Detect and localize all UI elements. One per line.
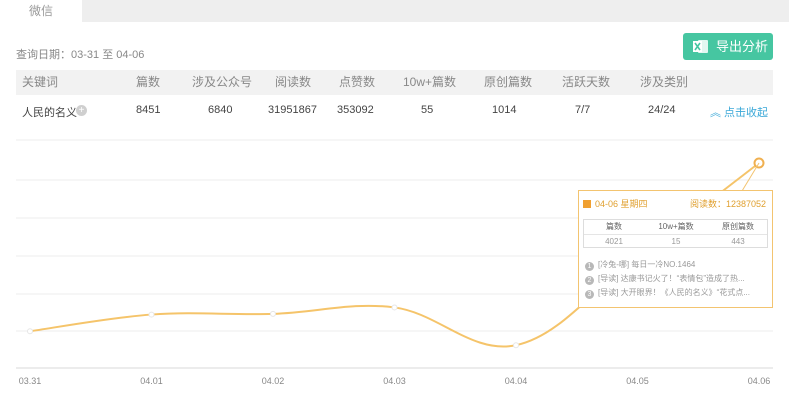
tooltip-stats-values: 4021 15 443: [584, 234, 767, 248]
tooltip-article-1[interactable]: 1 [冷兔-哪] 每日一冷NO.1464: [585, 259, 695, 271]
tooltip-header-original: 原创篇数: [722, 222, 754, 231]
x-tick-label: 03.31: [19, 376, 42, 386]
series-square-icon: [583, 200, 591, 208]
data-point: [27, 328, 33, 335]
data-point: [148, 311, 155, 318]
number-badge: 3: [585, 290, 594, 299]
data-point: [270, 310, 276, 317]
tooltip-value-10w: 15: [671, 237, 681, 246]
tooltip-date: 04-06 星期四: [583, 197, 648, 210]
x-tick-label: 04.05: [626, 376, 649, 386]
data-tooltip: 04-06 星期四 阅读数：12387052 篇数 10w+篇数 原创篇数 40…: [578, 190, 773, 308]
tooltip-value-original: 443: [731, 237, 745, 246]
x-tick-label: 04.03: [383, 376, 406, 386]
x-tick-label: 04.06: [748, 376, 771, 386]
data-point: [513, 342, 519, 349]
tooltip-header-articles: 篇数: [606, 222, 622, 231]
tooltip-stats-header: 篇数 10w+篇数 原创篇数: [584, 220, 767, 234]
tooltip-article-3[interactable]: 3 [导读] 大开眼界！《人民的名义》“花式点...: [585, 287, 750, 299]
x-tick-label: 04.04: [505, 376, 528, 386]
data-point: [391, 304, 398, 311]
number-badge: 1: [585, 262, 594, 271]
x-tick-label: 04.02: [262, 376, 285, 386]
x-tick-label: 04.01: [140, 376, 163, 386]
number-badge: 2: [585, 276, 594, 285]
tooltip-stats-table: 篇数 10w+篇数 原创篇数 4021 15 443: [583, 219, 768, 248]
tooltip-connector: [741, 162, 760, 192]
tooltip-reads: 阅读数：12387052: [689, 199, 766, 209]
tooltip-value-articles: 4021: [605, 237, 623, 246]
tooltip-header-10w: 10w+篇数: [658, 222, 694, 231]
tooltip-article-2[interactable]: 2 [导读] 达康书记火了！“表情包”造成了热...: [585, 273, 745, 285]
